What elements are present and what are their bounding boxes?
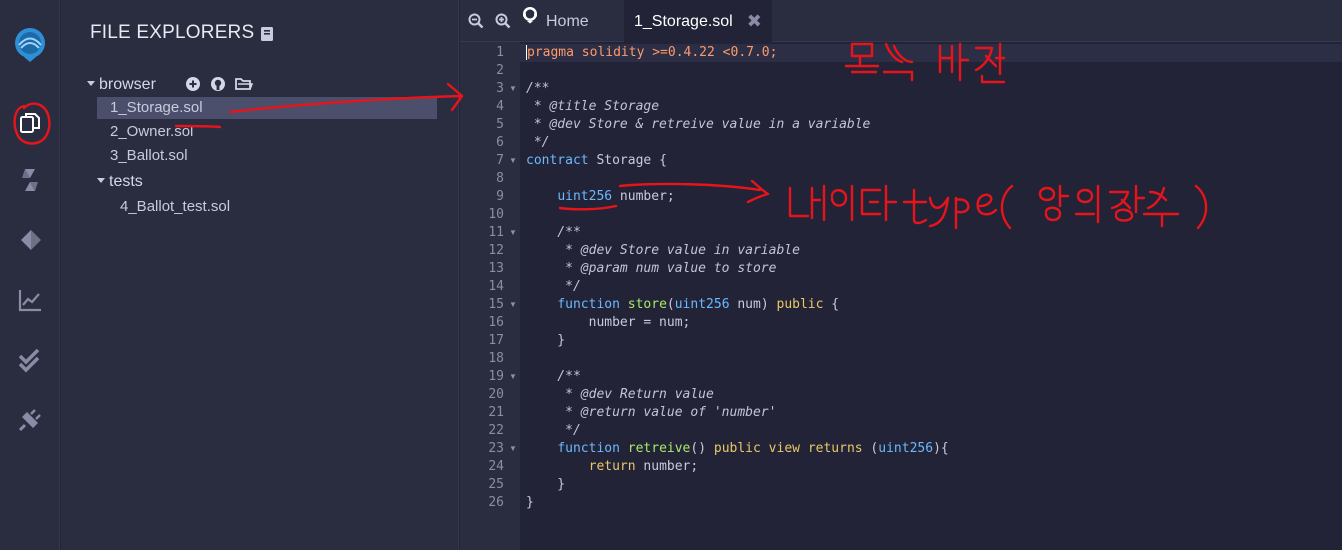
code-line[interactable]: function retreive() public view returns …	[526, 440, 948, 458]
line-number: 8	[496, 171, 504, 186]
file-item-storage[interactable]: 1_Storage.sol	[97, 97, 437, 119]
folder-actions	[185, 76, 254, 96]
code-line[interactable]: * @dev Return value	[526, 386, 714, 404]
tab-label: Home	[546, 13, 589, 31]
tab-label: 1_Storage.sol	[634, 13, 733, 31]
plugin-icon[interactable]	[14, 404, 46, 436]
tab-home[interactable]: Home	[520, 0, 589, 42]
line-number: 16	[488, 315, 504, 330]
code-line[interactable]: * @dev Store value in variable	[526, 242, 800, 260]
analysis-icon[interactable]	[14, 284, 46, 316]
code-line[interactable]: /**	[526, 224, 581, 242]
code-line[interactable]: number = num;	[526, 314, 691, 332]
code-line[interactable]: */	[526, 422, 581, 440]
file-label: 1_Storage.sol	[110, 99, 203, 116]
line-number: 13	[488, 261, 504, 276]
line-number: 15	[488, 297, 504, 312]
code-area[interactable]: pragma solidity >=0.4.22 <0.7.0; /** * @t…	[520, 42, 1342, 550]
line-number: 5	[496, 117, 504, 132]
solidity-compiler-icon[interactable]	[14, 164, 46, 196]
testing-icon[interactable]	[14, 344, 46, 376]
folder-tests[interactable]: tests	[97, 171, 143, 193]
close-icon[interactable]: ✖	[747, 0, 762, 43]
code-line[interactable]: * @title Storage	[526, 98, 659, 116]
code-line[interactable]: uint256 number;	[526, 188, 674, 206]
code-line[interactable]: pragma solidity >=0.4.22 <0.7.0;	[520, 44, 1342, 62]
fold-toggle-icon[interactable]: ▼	[509, 152, 517, 170]
caret-down-icon	[87, 81, 95, 87]
fold-toggle-icon[interactable]: ▼	[509, 80, 517, 98]
code-line[interactable]: */	[526, 278, 581, 296]
panel-title: FILE EXPLORERS	[90, 22, 255, 43]
folder-label: tests	[109, 173, 143, 190]
deploy-run-icon[interactable]	[14, 224, 46, 256]
line-number: 21	[488, 405, 504, 420]
file-explorer-panel: FILE EXPLORERS browser 1_Storage.sol 2_O…	[61, 0, 459, 550]
line-number: 4	[496, 99, 504, 114]
file-item-owner[interactable]: 2_Owner.sol	[110, 121, 193, 143]
line-number: 2	[496, 63, 504, 78]
code-line[interactable]: function store(uint256 num) public {	[526, 296, 839, 314]
code-line[interactable]: * @param num value to store	[526, 260, 776, 278]
code-line[interactable]: }	[526, 476, 565, 494]
fold-toggle-icon[interactable]: ▼	[509, 224, 517, 242]
line-number: 9	[496, 189, 504, 204]
caret-down-icon	[97, 178, 105, 184]
file-item-ballot-test[interactable]: 4_Ballot_test.sol	[120, 196, 230, 218]
line-number: 14	[488, 279, 504, 294]
line-number: 25	[488, 477, 504, 492]
folder-browser[interactable]: browser	[87, 74, 156, 96]
code-line[interactable]: }	[526, 332, 565, 350]
line-number: 12	[488, 243, 504, 258]
fold-toggle-icon[interactable]: ▼	[509, 368, 517, 386]
line-gutter: 1 2 3 ▼ 4 5 6 7 ▼ 8 9 10 11 ▼ 12 13 14 15 ▼ 16 17 18 19 ▼ 20 21 22…	[460, 42, 520, 550]
file-label: 2_Owner.sol	[110, 123, 194, 140]
line-number: 26	[488, 495, 504, 510]
zoom-out-icon[interactable]	[468, 13, 484, 34]
line-number: 17	[488, 333, 504, 348]
fold-toggle-icon[interactable]: ▼	[509, 296, 517, 314]
code-line[interactable]: contract Storage {	[526, 152, 667, 170]
icon-panel	[0, 0, 60, 550]
code-line[interactable]: * @return value of 'number'	[526, 404, 776, 422]
line-number: 11	[488, 225, 504, 240]
github-icon[interactable]	[210, 76, 226, 96]
add-file-icon[interactable]	[185, 76, 201, 96]
folder-label: browser	[99, 76, 156, 93]
zoom-in-icon[interactable]	[495, 13, 511, 34]
file-label: 3_Ballot.sol	[110, 147, 188, 164]
docs-book-icon[interactable]	[260, 26, 274, 47]
line-number: 24	[488, 459, 504, 474]
line-number: 20	[488, 387, 504, 402]
line-number: 10	[488, 207, 504, 222]
code-line[interactable]: */	[526, 134, 550, 152]
line-number: 23	[488, 441, 504, 456]
file-item-ballot[interactable]: 3_Ballot.sol	[110, 145, 188, 167]
open-folder-icon[interactable]	[235, 77, 254, 95]
line-number: 1	[496, 45, 504, 60]
line-number: 7	[496, 153, 504, 168]
tab-bar: Home 1_Storage.sol ✖	[460, 0, 1342, 42]
line-number: 19	[488, 369, 504, 384]
code-line[interactable]: * @dev Store & retreive value in a varia…	[526, 116, 871, 134]
remix-logo-icon[interactable]	[10, 24, 50, 64]
fold-toggle-icon[interactable]: ▼	[509, 440, 517, 458]
home-remix-icon	[520, 0, 540, 42]
line-number: 22	[488, 423, 504, 438]
code-line[interactable]: /**	[526, 368, 581, 386]
line-number: 18	[488, 351, 504, 366]
line-number: 6	[496, 135, 504, 150]
file-explorer-icon[interactable]	[14, 107, 46, 139]
line-number: 3	[496, 81, 504, 96]
code-line[interactable]: }	[526, 494, 534, 512]
editor-panel: Home 1_Storage.sol ✖ 1 2 3 ▼ 4 5 6 7 ▼ 8 9 10 11 ▼ 12 13…	[460, 0, 1342, 550]
file-label: 4_Ballot_test.sol	[120, 198, 231, 215]
code-line[interactable]: return number;	[526, 458, 699, 476]
code-line[interactable]: /**	[526, 80, 549, 98]
tab-storage[interactable]: 1_Storage.sol ✖	[624, 0, 772, 42]
